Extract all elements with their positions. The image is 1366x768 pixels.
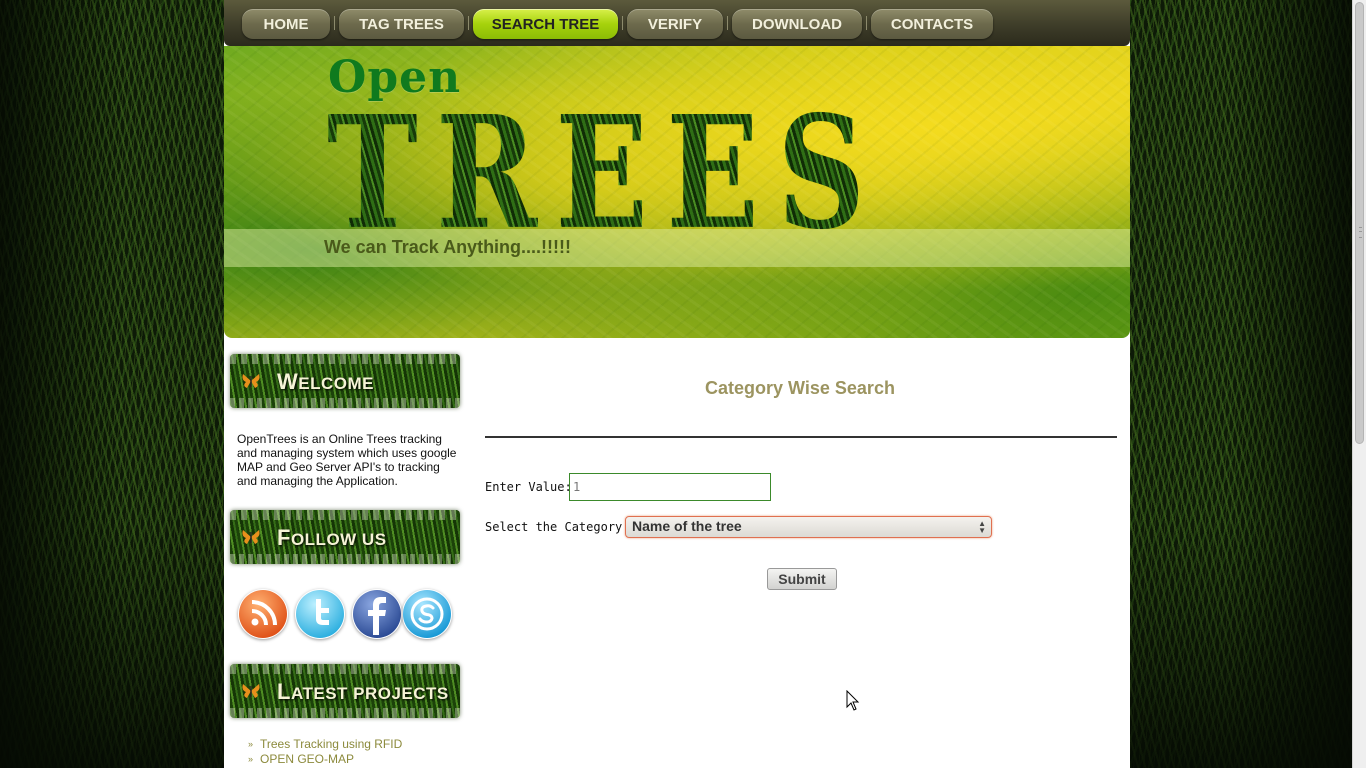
project-link-label: OPEN GEO-MAP	[260, 752, 355, 766]
welcome-text: OpenTrees is an Online Trees tracking an…	[237, 432, 457, 488]
header-banner: Open TREES We can Track Anything....!!!!…	[224, 46, 1130, 338]
value-input[interactable]: 1	[569, 473, 771, 501]
enter-value-label: Enter Value:	[485, 480, 572, 494]
butterfly-icon	[242, 684, 260, 698]
bullet-icon: »	[248, 739, 254, 749]
follow-us-heading: FOLLOW US	[230, 510, 460, 564]
nav-separator	[334, 16, 335, 30]
rss-icon[interactable]	[238, 589, 288, 639]
nav-home[interactable]: HOME	[242, 9, 330, 39]
nav-search-tree[interactable]: SEARCH TREE	[473, 9, 618, 39]
submit-button[interactable]: Submit	[767, 568, 837, 590]
scrollbar-grip-icon	[1359, 227, 1362, 238]
welcome-title: WELCOME	[277, 369, 374, 394]
project-list: » Trees Tracking using RFID » OPEN GEO-M…	[248, 737, 402, 767]
category-select[interactable]: Name of the tree ▲ ▼	[625, 516, 992, 538]
project-link-geo-map[interactable]: » OPEN GEO-MAP	[248, 752, 402, 767]
main-nav: HOME TAG TREES SEARCH TREE VERIFY DOWNLO…	[224, 0, 1130, 46]
bullet-icon: »	[248, 754, 254, 764]
nav-verify[interactable]: VERIFY	[627, 9, 723, 39]
nav-contacts[interactable]: CONTACTS	[871, 9, 993, 39]
latest-projects-heading: LATEST PROJECTS	[230, 664, 460, 718]
nav-tag-trees[interactable]: TAG TREES	[339, 9, 464, 39]
latest-projects-title: LATEST PROJECTS	[277, 679, 449, 704]
nav-separator	[622, 16, 623, 30]
project-link-label: Trees Tracking using RFID	[260, 737, 403, 751]
tagline: We can Track Anything....!!!!!	[324, 237, 572, 257]
twitter-icon[interactable]	[295, 589, 345, 639]
nav-separator	[727, 16, 728, 30]
category-select-value: Name of the tree	[632, 518, 742, 534]
project-link-rfid[interactable]: » Trees Tracking using RFID	[248, 737, 402, 752]
divider	[485, 436, 1117, 438]
select-arrows-icon: ▲ ▼	[978, 519, 986, 535]
nav-download[interactable]: DOWNLOAD	[732, 9, 862, 39]
nav-separator	[866, 16, 867, 30]
category-label: Select the Category:	[485, 520, 630, 534]
nav-separator	[468, 16, 469, 30]
butterfly-icon	[242, 374, 260, 388]
follow-us-title: FOLLOW US	[277, 525, 387, 550]
facebook-icon[interactable]	[352, 589, 402, 639]
page-container: HOME TAG TREES SEARCH TREE VERIFY DOWNLO…	[224, 0, 1130, 768]
skype-icon[interactable]	[402, 589, 452, 639]
welcome-heading: WELCOME	[230, 354, 460, 408]
butterfly-icon	[242, 530, 260, 544]
scrollbar-thumb[interactable]	[1355, 2, 1364, 444]
page-title: Category Wise Search	[705, 378, 895, 398]
mouse-cursor-icon	[846, 690, 860, 711]
scrollbar[interactable]	[1352, 0, 1366, 768]
